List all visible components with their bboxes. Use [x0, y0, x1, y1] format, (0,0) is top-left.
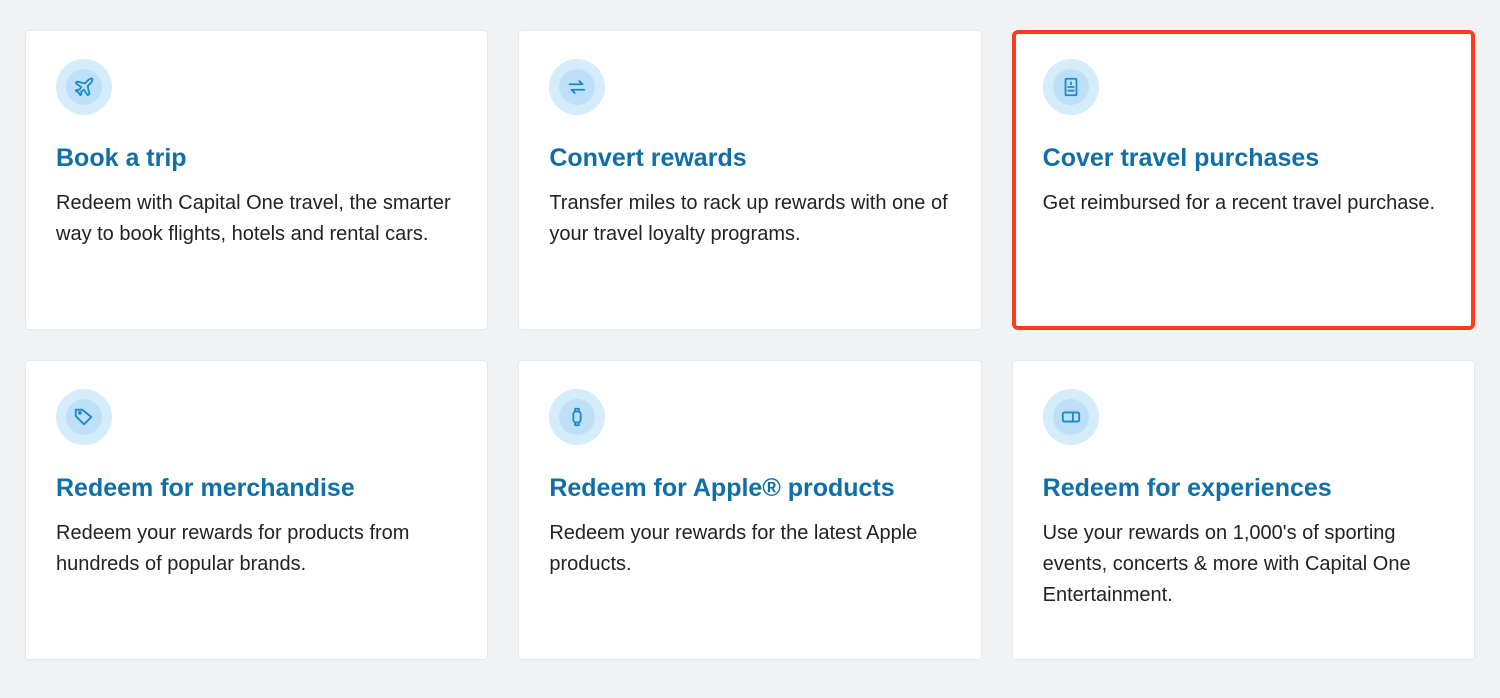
watch-icon: [549, 389, 605, 445]
card-title: Convert rewards: [549, 143, 950, 174]
ticket-icon: [1043, 389, 1099, 445]
card-title: Book a trip: [56, 143, 457, 174]
card-description: Redeem your rewards for products from hu…: [56, 518, 457, 580]
card-cover-travel-purchases[interactable]: Cover travel purchases Get reimbursed fo…: [1012, 30, 1475, 330]
card-book-a-trip[interactable]: Book a trip Redeem with Capital One trav…: [25, 30, 488, 330]
card-description: Redeem your rewards for the latest Apple…: [549, 518, 950, 580]
rewards-options-grid: Book a trip Redeem with Capital One trav…: [25, 30, 1475, 660]
card-convert-rewards[interactable]: Convert rewards Transfer miles to rack u…: [518, 30, 981, 330]
tag-icon: [56, 389, 112, 445]
card-redeem-for-experiences[interactable]: Redeem for experiences Use your rewards …: [1012, 360, 1475, 660]
swap-icon: [549, 59, 605, 115]
card-title: Redeem for experiences: [1043, 473, 1444, 504]
card-description: Get reimbursed for a recent travel purch…: [1043, 188, 1444, 219]
card-description: Transfer miles to rack up rewards with o…: [549, 188, 950, 250]
card-title: Redeem for Apple® products: [549, 473, 950, 504]
card-description: Use your rewards on 1,000's of sporting …: [1043, 518, 1444, 611]
receipt-icon: [1043, 59, 1099, 115]
card-description: Redeem with Capital One travel, the smar…: [56, 188, 457, 250]
card-redeem-for-apple-products[interactable]: Redeem for Apple® products Redeem your r…: [518, 360, 981, 660]
airplane-icon: [56, 59, 112, 115]
card-title: Redeem for merchandise: [56, 473, 457, 504]
card-redeem-for-merchandise[interactable]: Redeem for merchandise Redeem your rewar…: [25, 360, 488, 660]
card-title: Cover travel purchases: [1043, 143, 1444, 174]
